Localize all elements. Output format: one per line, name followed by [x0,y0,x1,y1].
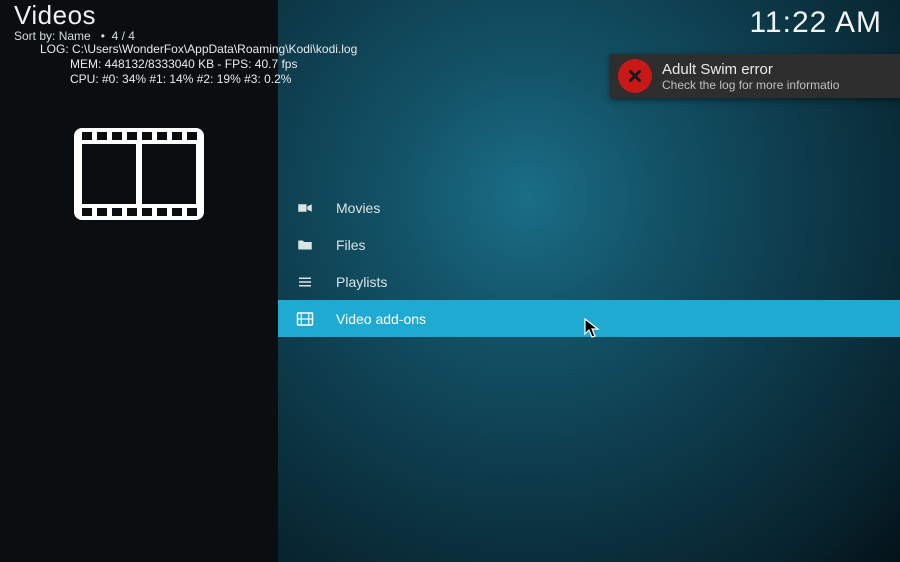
clock: 11:22 AM [749,6,882,40]
page-title: Videos [14,0,135,31]
debug-mem: MEM: 448132/8333040 KB - FPS: 40.7 fps [40,57,357,72]
sort-value: Name [59,29,91,43]
film-icon [296,310,314,328]
menu-item-files[interactable]: Files [278,226,900,263]
toast-text: Adult Swim error Check the log for more … [662,61,839,92]
menu-label: Video add-ons [336,311,426,327]
menu-label: Files [336,237,366,253]
folder-icon [296,236,314,254]
item-count: 4 / 4 [112,29,135,43]
menu-label: Movies [336,200,380,216]
menu-label: Playlists [336,274,387,290]
bullet: • [94,29,112,43]
list-icon [296,273,314,291]
toast-message: Check the log for more informatio [662,78,839,92]
error-toast[interactable]: Adult Swim error Check the log for more … [610,54,900,98]
videos-category-icon [74,128,204,220]
toast-title: Adult Swim error [662,61,839,78]
debug-overlay: LOG: C:\Users\WonderFox\AppData\Roaming\… [40,42,357,87]
menu-item-video-addons[interactable]: Video add-ons [278,300,900,337]
error-icon [618,59,652,93]
sort-info[interactable]: Sort by: Name • 4 / 4 [14,29,135,43]
header: Videos Sort by: Name • 4 / 4 [14,0,135,43]
debug-log: LOG: C:\Users\WonderFox\AppData\Roaming\… [40,42,357,56]
debug-cpu: CPU: #0: 34% #1: 14% #2: 19% #3: 0.2% [40,72,357,87]
menu-item-movies[interactable]: Movies [278,189,900,226]
menu-item-playlists[interactable]: Playlists [278,263,900,300]
sort-label: Sort by: [14,29,59,43]
camera-icon [296,199,314,217]
category-menu: Movies Files Playlists Video add-ons [278,189,900,337]
